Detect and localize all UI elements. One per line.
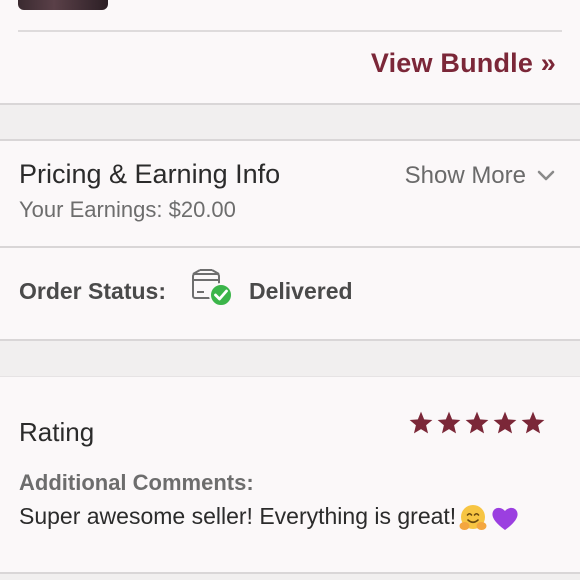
divider: [18, 30, 562, 32]
section-spacer: [0, 574, 580, 580]
show-more-button[interactable]: Show More: [405, 162, 556, 190]
comment-text: Super awesome seller! Everything is grea…: [19, 503, 520, 533]
star-icon: [521, 411, 545, 434]
section-spacer: [0, 341, 580, 376]
order-status-label: Order Status:: [19, 278, 166, 304]
item-thumbnail[interactable]: [18, 0, 108, 10]
comment-body: Super awesome seller! Everything is grea…: [19, 503, 457, 530]
view-bundle-link[interactable]: View Bundle »: [371, 48, 556, 79]
package-delivered-icon: [192, 269, 233, 307]
chevron-down-icon: [537, 170, 555, 181]
star-icon: [437, 411, 461, 434]
divider: [0, 246, 580, 248]
pricing-title: Pricing & Earning Info: [19, 159, 281, 189]
rating-label: Rating: [19, 417, 95, 447]
bundle-section: View Bundle »: [0, 0, 580, 104]
star-icon: [465, 411, 489, 434]
divider: [0, 139, 580, 141]
additional-comments-label: Additional Comments:: [19, 470, 254, 495]
star-rating: [408, 410, 546, 436]
purple-heart-emoji-icon: [492, 507, 518, 530]
star-icon: [409, 411, 433, 434]
star-icon: [493, 411, 517, 434]
order-status-value: Delivered: [249, 278, 353, 304]
order-details-page: View Bundle » Pricing & Earning Info You…: [0, 0, 580, 580]
show-more-label: Show More: [404, 162, 526, 189]
hugging-face-emoji-icon: [459, 505, 487, 530]
earnings-text: Your Earnings: $20.00: [19, 197, 236, 222]
section-spacer: [0, 105, 580, 139]
divider: [0, 376, 580, 377]
